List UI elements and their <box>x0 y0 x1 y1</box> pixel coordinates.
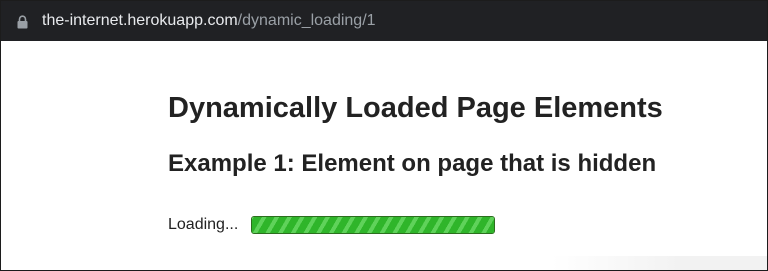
browser-window: the-internet.herokuapp.com/dynamic_loadi… <box>0 0 768 271</box>
bottom-right-shadow <box>552 256 767 270</box>
url-path: /dynamic_loading/1 <box>237 12 376 29</box>
loading-indicator: Loading... <box>168 214 496 236</box>
page-title: Dynamically Loaded Page Elements <box>168 92 663 124</box>
page-content: Dynamically Loaded Page Elements Example… <box>1 41 767 270</box>
example-subtitle: Example 1: Element on page that is hidde… <box>168 150 657 177</box>
url-text[interactable]: the-internet.herokuapp.com/dynamic_loadi… <box>42 11 376 31</box>
url-host: the-internet.herokuapp.com <box>42 12 238 29</box>
lock-icon[interactable] <box>16 15 29 29</box>
address-bar[interactable]: the-internet.herokuapp.com/dynamic_loadi… <box>1 1 767 41</box>
progress-bar <box>251 216 496 234</box>
progress-bar-fill <box>252 217 495 233</box>
loading-label: Loading... <box>168 216 239 233</box>
